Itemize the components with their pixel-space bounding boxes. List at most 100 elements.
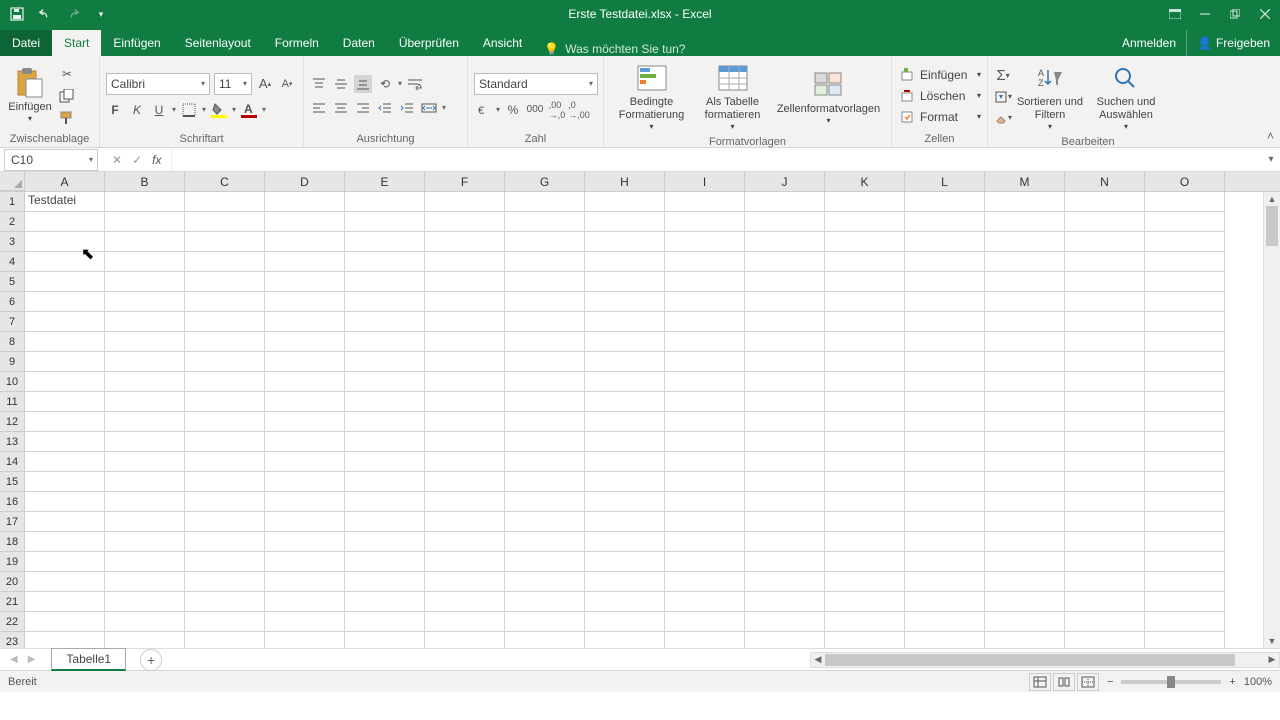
cell[interactable]: [505, 432, 585, 452]
cell[interactable]: [905, 252, 985, 272]
cell[interactable]: [585, 232, 665, 252]
cell[interactable]: [505, 632, 585, 648]
cell[interactable]: [25, 552, 105, 572]
cell[interactable]: [665, 272, 745, 292]
cell[interactable]: [825, 352, 905, 372]
fill-color-icon[interactable]: [210, 101, 228, 119]
cell[interactable]: [905, 412, 985, 432]
cell[interactable]: [265, 532, 345, 552]
cell[interactable]: [1065, 212, 1145, 232]
cell[interactable]: [985, 372, 1065, 392]
cell[interactable]: [745, 232, 825, 252]
cell[interactable]: [1145, 272, 1225, 292]
font-name-combo[interactable]: Calibri▾: [106, 73, 210, 95]
cell[interactable]: [425, 552, 505, 572]
cell[interactable]: [985, 412, 1065, 432]
conditional-formatting-button[interactable]: Bedingte Formatierung▾: [612, 60, 692, 134]
cell[interactable]: [825, 292, 905, 312]
cell[interactable]: [105, 192, 185, 212]
cell[interactable]: [25, 372, 105, 392]
cell[interactable]: [105, 632, 185, 648]
row-header[interactable]: 1: [0, 192, 25, 212]
column-header[interactable]: G: [505, 172, 585, 191]
clear-icon[interactable]: ▾: [994, 109, 1012, 127]
cell[interactable]: [345, 332, 425, 352]
paste-button[interactable]: Einfügen ▾: [6, 65, 54, 126]
cut-icon[interactable]: ✂: [58, 65, 76, 83]
cell[interactable]: [1065, 532, 1145, 552]
tell-me-search[interactable]: 💡 Was möchten Sie tun?: [534, 42, 695, 56]
cell[interactable]: [25, 292, 105, 312]
cell[interactable]: [105, 332, 185, 352]
tab-view[interactable]: Ansicht: [471, 30, 534, 56]
cell[interactable]: [905, 592, 985, 612]
cell[interactable]: [105, 572, 185, 592]
align-left-icon[interactable]: [310, 99, 328, 117]
cell[interactable]: [345, 272, 425, 292]
cell[interactable]: [25, 492, 105, 512]
cell[interactable]: [585, 392, 665, 412]
cell[interactable]: [665, 212, 745, 232]
cell[interactable]: [985, 632, 1065, 648]
cell[interactable]: [345, 572, 425, 592]
maximize-icon[interactable]: [1220, 0, 1250, 28]
sort-filter-button[interactable]: AZ Sortieren und Filtern▾: [1012, 60, 1088, 134]
cell[interactable]: [985, 612, 1065, 632]
cell[interactable]: [185, 252, 265, 272]
cell[interactable]: [1065, 252, 1145, 272]
cell[interactable]: [1065, 312, 1145, 332]
cell[interactable]: [905, 372, 985, 392]
cell[interactable]: [185, 332, 265, 352]
cell[interactable]: [745, 192, 825, 212]
row-header[interactable]: 3: [0, 232, 25, 252]
cell[interactable]: [905, 632, 985, 648]
cell[interactable]: [265, 632, 345, 648]
sheet-nav-prev-icon[interactable]: ◀: [10, 654, 18, 665]
cell[interactable]: [985, 332, 1065, 352]
column-header[interactable]: K: [825, 172, 905, 191]
cell[interactable]: [985, 312, 1065, 332]
cell[interactable]: [985, 192, 1065, 212]
column-header[interactable]: J: [745, 172, 825, 191]
scroll-left-icon[interactable]: ◀: [811, 654, 825, 665]
row-header[interactable]: 4: [0, 252, 25, 272]
cell[interactable]: [1065, 372, 1145, 392]
cell[interactable]: [25, 212, 105, 232]
cell[interactable]: [105, 312, 185, 332]
align-top-icon[interactable]: [310, 75, 328, 93]
cell[interactable]: [1145, 312, 1225, 332]
decrease-indent-icon[interactable]: [376, 99, 394, 117]
cell[interactable]: [985, 492, 1065, 512]
undo-icon[interactable]: [38, 7, 52, 21]
cell[interactable]: [905, 392, 985, 412]
increase-decimal-icon[interactable]: ,00→,0: [548, 101, 566, 119]
cell[interactable]: [265, 452, 345, 472]
cell[interactable]: [585, 612, 665, 632]
cell[interactable]: [265, 272, 345, 292]
cell[interactable]: [105, 352, 185, 372]
align-bottom-icon[interactable]: [354, 75, 372, 93]
decrease-decimal-icon[interactable]: ,0→,00: [570, 101, 588, 119]
cell[interactable]: [745, 312, 825, 332]
cell[interactable]: [345, 612, 425, 632]
cell[interactable]: [345, 352, 425, 372]
expand-formula-icon[interactable]: ▾: [1262, 154, 1280, 165]
cell[interactable]: [1145, 412, 1225, 432]
cell[interactable]: [185, 272, 265, 292]
cell[interactable]: [585, 192, 665, 212]
cell[interactable]: [585, 372, 665, 392]
format-painter-icon[interactable]: [58, 109, 76, 127]
cell[interactable]: [505, 552, 585, 572]
cell[interactable]: [585, 272, 665, 292]
font-size-combo[interactable]: 11▾: [214, 73, 252, 95]
cell[interactable]: [745, 572, 825, 592]
cell[interactable]: [425, 392, 505, 412]
sheet-tab-tabelle1[interactable]: Tabelle1: [51, 648, 126, 671]
zoom-out-button[interactable]: −: [1107, 676, 1113, 688]
cell[interactable]: [665, 192, 745, 212]
cell[interactable]: [825, 552, 905, 572]
cell[interactable]: [745, 452, 825, 472]
cell[interactable]: [265, 192, 345, 212]
tab-pagelayout[interactable]: Seitenlayout: [173, 30, 263, 56]
formula-input[interactable]: [171, 149, 1262, 171]
